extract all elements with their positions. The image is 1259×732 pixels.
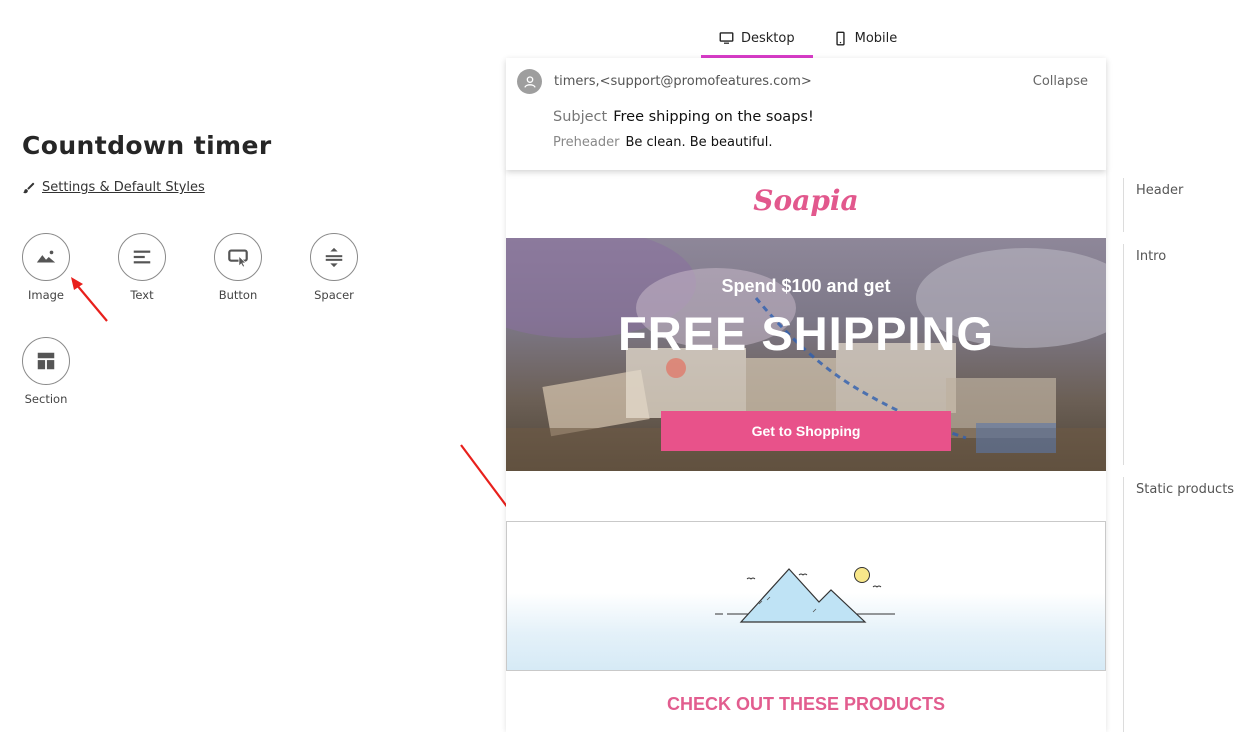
device-tabs: Desktop Mobile	[701, 18, 915, 58]
settings-link-label: Settings & Default Styles	[42, 180, 205, 195]
tool-label: Section	[24, 392, 68, 406]
user-icon	[523, 75, 536, 88]
tool-text-circle[interactable]	[118, 233, 166, 281]
tool-label: Spacer	[314, 288, 354, 302]
tool-spacer-circle[interactable]	[310, 233, 358, 281]
tool-button[interactable]: Button	[198, 233, 278, 302]
tool-image-circle[interactable]	[22, 233, 70, 281]
tab-mobile-label: Mobile	[854, 30, 898, 46]
preheader-label: Preheader	[553, 135, 620, 150]
tool-section[interactable]: Section	[6, 337, 86, 406]
settings-default-styles-link[interactable]: Settings & Default Styles	[22, 180, 205, 195]
tool-spacer[interactable]: Spacer	[294, 233, 374, 302]
tab-desktop[interactable]: Desktop	[701, 18, 813, 58]
rail-segment-intro	[1123, 244, 1124, 465]
subject-label: Subject	[553, 109, 608, 125]
get-to-shopping-button[interactable]: Get to Shopping	[661, 411, 951, 451]
editor-page: Countdown timer Settings & Default Style…	[0, 0, 1259, 732]
products-section-title: CHECK OUT THESE PRODUCTS	[666, 694, 945, 714]
tool-section-circle[interactable]	[22, 337, 70, 385]
tab-desktop-label: Desktop	[741, 30, 795, 46]
desktop-icon	[719, 31, 734, 44]
rail-label-intro[interactable]: Intro	[1136, 249, 1166, 264]
email-from: timers,<support@promofeatures.com>	[554, 74, 812, 89]
spacer-icon	[325, 247, 343, 268]
tool-label: Text	[130, 288, 154, 302]
subject-value: Free shipping on the soaps!	[613, 109, 814, 125]
collapse-button[interactable]: Collapse	[1033, 74, 1088, 89]
hero-headline: Spend $100 and get	[721, 276, 891, 296]
tool-image[interactable]: Image	[6, 233, 86, 302]
tool-button-circle[interactable]	[214, 233, 262, 281]
mobile-icon	[836, 31, 845, 45]
panel-title: Countdown timer	[22, 131, 272, 160]
text-icon	[133, 250, 151, 264]
email-subject-row: Subject Free shipping on the soaps!	[553, 109, 814, 125]
preheader-value: Be clean. Be beautiful.	[625, 135, 773, 150]
tab-mobile[interactable]: Mobile	[813, 18, 916, 58]
avatar	[517, 69, 542, 94]
tool-text[interactable]: Text	[102, 233, 182, 302]
image-icon	[36, 250, 56, 263]
rail-label-header[interactable]: Header	[1136, 183, 1183, 198]
email-header-card: timers,<support@promofeatures.com> Colla…	[506, 58, 1106, 170]
tool-label: Image	[27, 288, 65, 302]
tool-label: Button	[218, 288, 258, 302]
button-icon	[228, 249, 248, 268]
email-preheader-row: Preheader Be clean. Be beautiful.	[553, 135, 773, 150]
email-canvas[interactable]: Soapia Spend $100 and get FREE SHIPPING …	[506, 170, 1106, 732]
rail-label-static-products[interactable]: Static products	[1136, 482, 1234, 497]
image-placeholder-block[interactable]	[506, 521, 1106, 671]
section-icon	[37, 352, 55, 370]
hero-title: FREE SHIPPING	[617, 307, 994, 360]
rail-segment-static-products	[1123, 477, 1124, 732]
rail-segment-header	[1123, 178, 1124, 232]
hero-banner[interactable]: Spend $100 and get FREE SHIPPING Get to …	[506, 238, 1106, 471]
brush-icon	[23, 182, 35, 193]
brand-logo[interactable]: Soapia	[506, 184, 1106, 217]
mountain-illustration	[715, 567, 895, 623]
